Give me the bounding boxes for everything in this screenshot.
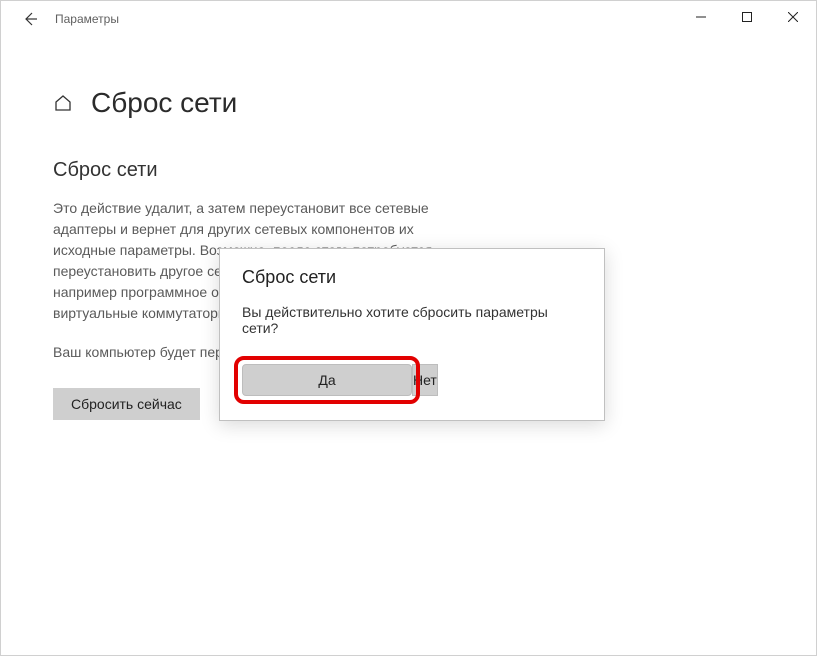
section-title: Сброс сети [53, 159, 764, 182]
maximize-icon [742, 12, 752, 22]
titlebar: Параметры [1, 1, 816, 37]
page-header: Сброс сети [53, 87, 764, 119]
close-icon [788, 12, 798, 22]
back-button[interactable] [15, 4, 45, 34]
dialog-button-row: Да Нет [242, 364, 582, 396]
dialog-message: Вы действительно хотите сбросить парамет… [242, 304, 582, 336]
no-button-wrap: Нет [412, 364, 582, 396]
window-app-name: Параметры [55, 12, 119, 26]
reset-now-button[interactable]: Сбросить сейчас [53, 388, 200, 420]
close-button[interactable] [770, 1, 816, 33]
maximize-button[interactable] [724, 1, 770, 33]
minimize-icon [696, 12, 706, 22]
home-icon[interactable] [53, 93, 73, 113]
yes-button[interactable]: Да [242, 364, 412, 396]
confirmation-dialog: Сброс сети Вы действительно хотите сброс… [219, 248, 605, 421]
minimize-button[interactable] [678, 1, 724, 33]
window-controls [678, 1, 816, 33]
arrow-left-icon [22, 11, 38, 27]
yes-button-highlight: Да [234, 356, 420, 404]
dialog-title: Сброс сети [242, 267, 582, 288]
page-title: Сброс сети [91, 87, 237, 119]
